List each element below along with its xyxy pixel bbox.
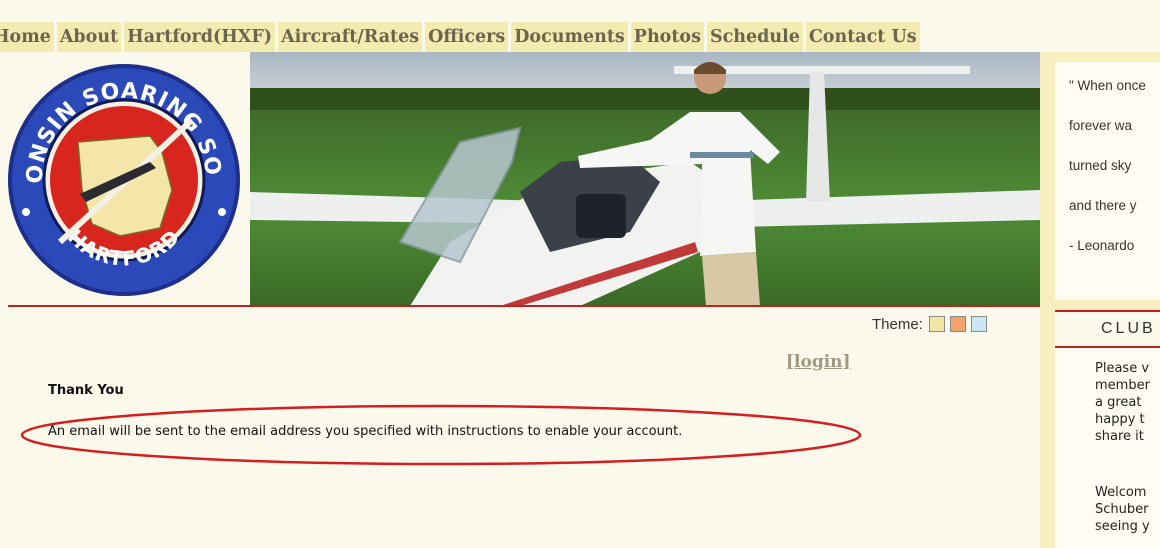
theme-label: Theme: [872, 315, 923, 333]
nav-tab-hartford[interactable]: Hartford(HXF) [124, 22, 276, 52]
nav-tab-photos[interactable]: Photos [630, 22, 704, 52]
quote-box: " When once forever wa turned sky and th… [1055, 62, 1160, 300]
club-section-title: CLUB [1101, 320, 1156, 337]
club-section-header: CLUB [1055, 312, 1160, 346]
nav-tab-home[interactable]: Home [0, 22, 54, 52]
quote-line: - Leonardo [1069, 238, 1135, 253]
club-section-body: Please v member a great happy t share it… [1055, 348, 1160, 548]
theme-swatch-orange[interactable] [949, 316, 966, 332]
quote-line: " When once [1069, 78, 1146, 93]
club-text-line: Welcom [1095, 485, 1147, 500]
nav-tab-officers[interactable]: Officers [425, 22, 509, 52]
club-text-line: Please v [1095, 361, 1150, 376]
club-text-line: Schuber [1095, 502, 1149, 517]
club-text-line: share it [1095, 429, 1144, 444]
theme-swatch-blue[interactable] [970, 316, 987, 332]
top-band [0, 0, 1160, 22]
banner-photo [250, 52, 1040, 306]
club-text-line: a great [1095, 395, 1142, 410]
nav-tab-schedule[interactable]: Schedule [706, 22, 803, 52]
main-nav: Home About Hartford(HXF) Aircraft/Rates … [0, 22, 923, 52]
login-link[interactable]: [login] [786, 352, 851, 372]
club-text-line: seeing y [1095, 519, 1150, 534]
nav-tab-contact-us[interactable]: Contact Us [805, 22, 920, 52]
logo-area: WISCONSIN SOARING SOCIETY HARTFORD [0, 33, 250, 306]
quote-line: and there y [1069, 198, 1137, 213]
nav-tab-aircraft-rates[interactable]: Aircraft/Rates [278, 22, 423, 52]
message-title: Thank You [48, 383, 124, 398]
theme-selector: Theme: [872, 314, 992, 334]
theme-swatch-yellow[interactable] [928, 316, 945, 332]
nav-tab-documents[interactable]: Documents [511, 22, 628, 52]
quote-line: forever wa [1069, 118, 1133, 133]
club-text-line: happy t [1095, 412, 1145, 427]
nav-tab-about[interactable]: About [56, 22, 122, 52]
club-logo[interactable]: WISCONSIN SOARING SOCIETY HARTFORD [0, 33, 250, 306]
glider-photo [250, 52, 1040, 306]
club-text-line: member [1095, 378, 1150, 393]
quote-line: turned sky [1069, 158, 1132, 173]
page: Home About Hartford(HXF) Aircraft/Rates … [0, 0, 1160, 548]
message-body: An email will be sent to the email addre… [48, 424, 683, 439]
header-divider [8, 305, 1040, 307]
